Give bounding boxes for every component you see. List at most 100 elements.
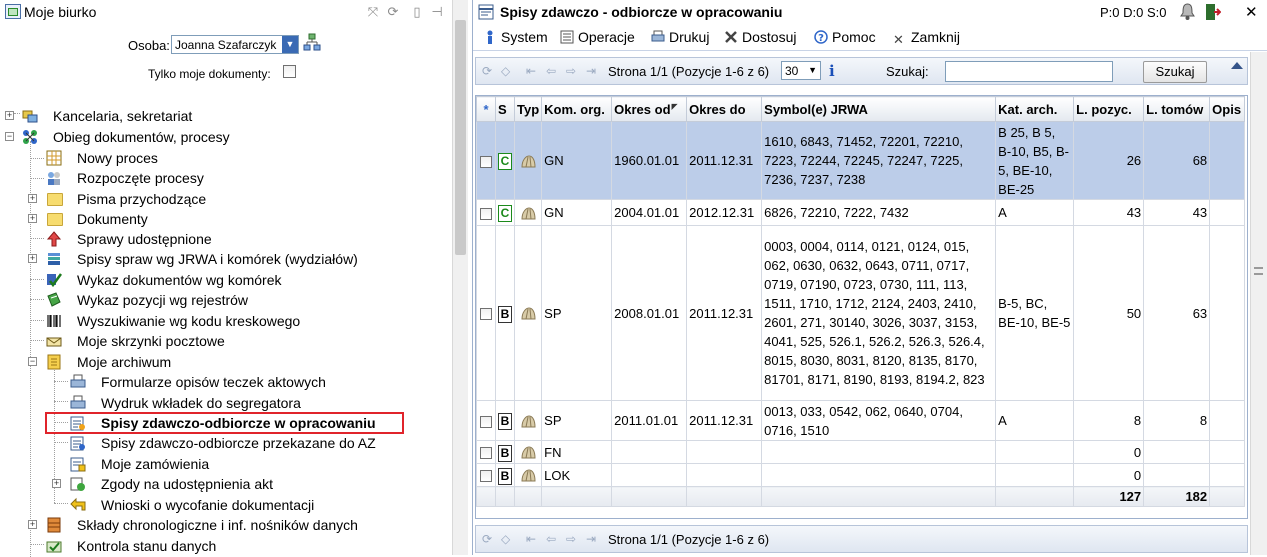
next-page-icon[interactable]: ⇨ (566, 65, 580, 77)
row-checkbox[interactable] (480, 415, 492, 428)
tree-item-zamowienia[interactable]: Moje zamówienia (0, 454, 440, 474)
first-page-icon[interactable]: ⇤ (526, 65, 540, 77)
col-header-l-pozyc[interactable]: L. pozyc. (1073, 96, 1145, 122)
menu-drukuj[interactable]: Drukuj (651, 29, 709, 45)
menu-zamknij[interactable]: ✕ Zamknij (893, 29, 960, 47)
printer-icon (70, 395, 86, 409)
eraser-icon[interactable]: ◇ (501, 533, 515, 545)
page-size-select[interactable]: 30 ▼ (781, 61, 821, 80)
table-row[interactable]: B LOK 0 (476, 463, 1246, 487)
shell-icon (521, 207, 536, 220)
collapse-icon[interactable]: ⤧ (366, 5, 380, 19)
collapse-icon[interactable]: − (5, 132, 14, 141)
close-icon: ✕ (893, 32, 904, 47)
tree-item-wykaz-pozycji[interactable]: Wykaz pozycji wg rejestrów (0, 290, 440, 310)
last-page-icon[interactable]: ⇥ (586, 533, 600, 545)
left-scrollbar-thumb[interactable] (455, 20, 466, 255)
tree-item-wyszukiwanie[interactable]: Wyszukiwanie wg kodu kreskowego (0, 311, 440, 331)
col-header-kom-org[interactable]: Kom. org. (541, 96, 613, 122)
col-header-okres-od[interactable]: Okres od ◤ (611, 96, 688, 122)
tree-item-wydruk-wkladek[interactable]: Wydruk wkładek do segregatora (0, 393, 440, 413)
tree-item-sprawy-udostepnione[interactable]: Sprawy udostępnione (0, 229, 440, 249)
document-icon[interactable]: ▯ (410, 5, 424, 19)
prev-page-icon[interactable]: ⇦ (546, 533, 560, 545)
chevron-down-icon[interactable]: ▼ (282, 36, 298, 53)
tree-item-label: Kontrola stanu danych (77, 538, 217, 554)
menu-system[interactable]: System (483, 29, 548, 45)
order-icon (70, 457, 86, 472)
col-header-s[interactable]: S (495, 96, 515, 122)
table-row[interactable]: C GN 2004.01.01 2012.12.31 6826, 72210, … (476, 199, 1246, 226)
refresh-icon[interactable]: ⟳ (482, 65, 496, 77)
refresh-icon[interactable]: ⟳ (482, 533, 496, 545)
scrollbar-grip[interactable] (1254, 267, 1263, 275)
cell-okres-od (611, 440, 688, 464)
tree-item-kontrola[interactable]: Kontrola stanu danych (0, 536, 440, 556)
search-input[interactable] (945, 61, 1113, 82)
cell-kom-org: GN (541, 121, 613, 200)
tree-item-pisma[interactable]: + Pisma przychodzące (0, 189, 440, 209)
left-scrollbar[interactable] (452, 0, 468, 555)
tree-item-sklady[interactable]: + Składy chronologiczne i inf. nośników … (0, 515, 440, 535)
col-header-kat-arch[interactable]: Kat. arch. (995, 96, 1075, 122)
menu-operacje[interactable]: Operacje (560, 29, 635, 45)
table-row[interactable]: B FN 0 (476, 440, 1246, 464)
tylko-checkbox[interactable] (283, 65, 296, 78)
pin-icon[interactable]: ⊣ (430, 5, 444, 19)
expand-icon[interactable]: + (52, 479, 61, 488)
col-header-opis[interactable]: Opis (1209, 96, 1246, 122)
tree-item-moje-archiwum[interactable]: − Moje archiwum (0, 352, 440, 372)
tree-item-wnioski[interactable]: Wnioski o wycofanie dokumentacji (0, 495, 440, 515)
tree-item-spisy-spraw[interactable]: + Spisy spraw wg JRWA i komórek (wydział… (0, 249, 440, 269)
exit-door-icon[interactable] (1203, 3, 1221, 21)
right-scrollbar[interactable] (1250, 52, 1267, 555)
tree-item-dokumenty[interactable]: + Dokumenty (0, 209, 440, 229)
table-row[interactable]: B SP 2008.01.01 2011.12.31 0003, 0004, 0… (476, 225, 1246, 401)
tree-item-kancelaria[interactable]: + Kancelaria, sekretariat (0, 106, 440, 126)
search-button[interactable]: Szukaj (1143, 61, 1207, 83)
collapse-up-icon[interactable] (1231, 62, 1243, 69)
table-row[interactable]: B SP 2011.01.01 2011.12.31 0013, 033, 05… (476, 400, 1246, 441)
expand-icon[interactable]: + (28, 520, 37, 529)
selection-highlight (45, 412, 404, 434)
first-page-icon[interactable]: ⇤ (526, 533, 540, 545)
tree-item-wykaz-dokumentow[interactable]: Wykaz dokumentów wg komórek (0, 270, 440, 290)
tree-item-obieg[interactable]: − Obieg dokumentów, procesy (0, 127, 440, 147)
prev-page-icon[interactable]: ⇦ (546, 65, 560, 77)
row-checkbox[interactable] (480, 207, 492, 220)
chevron-down-icon: ▼ (808, 65, 817, 75)
refresh-icon[interactable]: ⟳ (386, 5, 400, 19)
col-header-l-tomow[interactable]: L. tomów (1143, 96, 1211, 122)
table-row[interactable]: C GN 1960.01.01 2011.12.31 1610, 6843, 7… (476, 121, 1246, 200)
col-header-okres-do[interactable]: Okres do (686, 96, 763, 122)
col-header-symbol[interactable]: Symbol(e) JRWA (761, 96, 997, 122)
info-icon[interactable]: i (829, 62, 835, 80)
next-page-icon[interactable]: ⇨ (566, 533, 580, 545)
menu-pomoc[interactable]: ? Pomoc (814, 29, 876, 45)
tree-item-zgody[interactable]: + Zgody na udostępnienia akt (0, 474, 440, 494)
osoba-select[interactable]: Joanna Szafarczyk ▼ (171, 35, 299, 54)
row-checkbox[interactable] (480, 308, 492, 321)
org-structure-icon[interactable] (303, 33, 321, 51)
tree-item-skrzynki[interactable]: Moje skrzynki pocztowe (0, 331, 440, 351)
expand-icon[interactable]: + (28, 254, 37, 263)
row-checkbox[interactable] (480, 447, 492, 460)
collapse-icon[interactable]: − (28, 357, 37, 366)
close-icon[interactable]: ✕ (1245, 3, 1258, 21)
last-page-icon[interactable]: ⇥ (586, 65, 600, 77)
row-checkbox[interactable] (480, 470, 492, 483)
col-header-select-all[interactable]: * (476, 96, 496, 122)
bell-icon[interactable] (1179, 3, 1196, 21)
eraser-icon[interactable]: ◇ (501, 65, 515, 77)
expand-icon[interactable]: + (5, 111, 14, 120)
tree-item-formularze[interactable]: Formularze opisów teczek aktowych (0, 372, 440, 392)
tree-item-nowy-proces[interactable]: Nowy proces (0, 148, 440, 168)
col-header-typ[interactable]: Typ (513, 96, 543, 122)
navigation-tree: + Kancelaria, sekretariat − Obieg dokume… (0, 103, 452, 557)
expand-icon[interactable]: + (28, 214, 37, 223)
tree-item-rozpoczete[interactable]: Rozpoczęte procesy (0, 168, 440, 188)
tree-item-spisy-przekazane[interactable]: Spisy zdawczo-odbiorcze przekazane do AZ (0, 433, 440, 453)
expand-icon[interactable]: + (28, 194, 37, 203)
menu-dostosuj[interactable]: Dostosuj (724, 29, 796, 45)
row-checkbox[interactable] (480, 155, 492, 168)
